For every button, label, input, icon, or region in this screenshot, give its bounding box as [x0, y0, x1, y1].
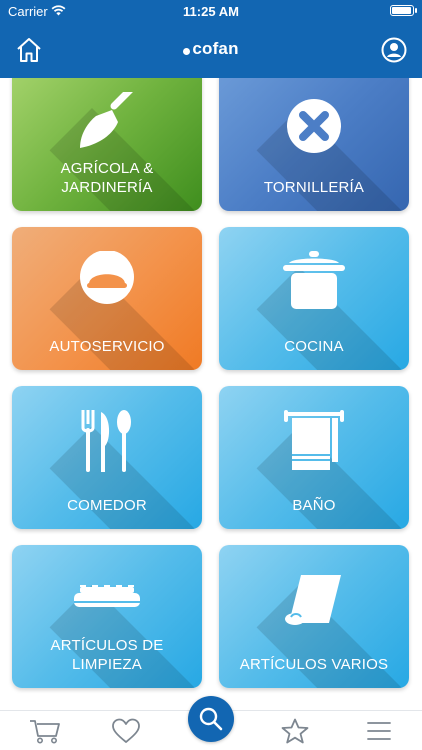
x-circle-icon [287, 99, 341, 153]
cutlery-icon [81, 410, 131, 472]
status-time: 11:25 AM [183, 4, 239, 19]
category-tile-varios[interactable]: ARTÍCULOS VARIOS [219, 545, 409, 688]
status-bar: Carrier 11:25 AM [0, 0, 422, 22]
menu-tab[interactable] [362, 715, 396, 747]
category-label: AGRÍCOLA & JARDINERÍA [60, 160, 154, 196]
category-tile-limpieza[interactable]: ARTÍCULOS DE LIMPIEZA [12, 545, 202, 688]
towel-rack-icon [284, 410, 344, 470]
rated-tab[interactable] [278, 715, 312, 747]
category-label: ARTÍCULOS VARIOS [239, 656, 389, 673]
loaf-icon [80, 251, 134, 304]
user-circle-icon[interactable] [381, 37, 407, 63]
cart-icon [30, 720, 60, 744]
category-label: TORNILLERÍA [263, 179, 365, 196]
category-tile-agricola[interactable]: AGRÍCOLA & JARDINERÍA [12, 78, 202, 211]
category-tile-bano[interactable]: BAÑO [219, 386, 409, 529]
category-label: COCINA [284, 338, 344, 355]
logo-dot-icon [183, 48, 191, 55]
app-header: Carrier 11:25 AM cofan [0, 0, 422, 78]
nav-bar: cofan [0, 26, 422, 76]
search-button[interactable] [188, 696, 234, 742]
broom-icon [74, 585, 140, 607]
search-icon [199, 707, 223, 731]
star-icon [281, 718, 309, 744]
roll-icon [285, 575, 341, 625]
brand-logo: cofan [0, 39, 422, 59]
category-tile-comedor[interactable]: COMEDOR [12, 386, 202, 529]
menu-icon [367, 722, 391, 740]
category-label: BAÑO [292, 497, 336, 514]
category-tile-cocina[interactable]: COCINA [219, 227, 409, 370]
trowel-icon [80, 92, 133, 148]
brand-text: cofan [192, 39, 239, 58]
pot-icon [283, 251, 345, 309]
category-tile-autoservicio[interactable]: AUTOSERVICIO [12, 227, 202, 370]
category-label: COMEDOR [67, 497, 147, 514]
category-grid: AGRÍCOLA & JARDINERÍA TORNILLERÍA AUTOSE… [0, 78, 422, 710]
heart-icon [112, 718, 140, 743]
category-tile-tornilleria[interactable]: TORNILLERÍA [219, 78, 409, 211]
category-label: AUTOSERVICIO [49, 338, 165, 355]
category-label: ARTÍCULOS DE LIMPIEZA [50, 637, 164, 673]
cart-tab[interactable] [28, 715, 62, 747]
battery-icon [390, 5, 417, 16]
favorites-tab[interactable] [109, 715, 143, 747]
